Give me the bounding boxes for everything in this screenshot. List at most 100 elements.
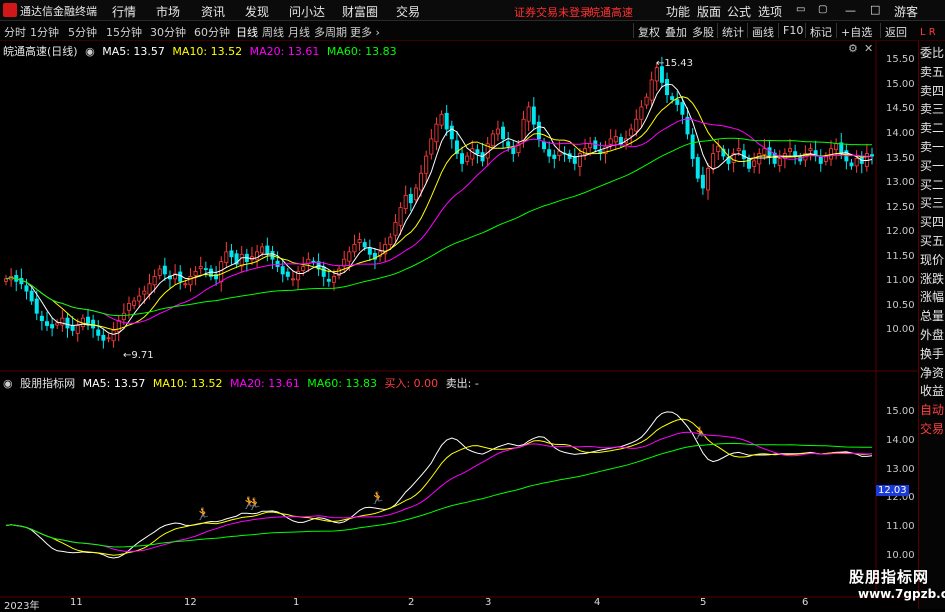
panel-item-1: 卖五 — [920, 64, 945, 79]
high-annotation: ←15.43 — [656, 58, 694, 69]
period-tab-15min[interactable]: 15分钟 — [106, 24, 142, 40]
kline-chart[interactable]: 🏃🏃🏃 🏃🏃 — [0, 0, 945, 609]
sub-axis-tick-5: 10.00 — [886, 549, 915, 561]
candle — [208, 265, 213, 281]
mark-button[interactable]: 标记 — [810, 24, 832, 40]
panel-item-19[interactable]: 自动 — [920, 401, 944, 418]
sub-axis-tick-1: 14.00 — [886, 434, 915, 446]
menu-item-news[interactable]: 资讯 — [201, 3, 225, 20]
candle — [434, 117, 439, 151]
x-label-jun: 6 — [802, 597, 809, 608]
candle — [244, 248, 249, 272]
panel-item-0: 委比 — [920, 46, 945, 60]
multi-stock-button[interactable]: 多股 — [692, 24, 714, 40]
panel-corner-label[interactable]: L R — [920, 27, 936, 38]
period-tab-30min[interactable]: 30分钟 — [150, 24, 186, 40]
menu-item-wealth[interactable]: 财富圈 — [342, 3, 378, 20]
x-label-may: 5 — [700, 597, 707, 608]
menu-item-discover[interactable]: 发现 — [245, 3, 269, 20]
candle — [193, 266, 198, 286]
ma20-line — [5, 118, 872, 324]
indicator-settings-icon[interactable]: ◉ — [85, 45, 95, 58]
adjust-button[interactable]: 复权 — [638, 24, 660, 40]
f10-button[interactable]: F10 — [783, 24, 803, 37]
overlay-button[interactable]: 叠加 — [665, 24, 687, 40]
candle — [403, 185, 408, 215]
draw-line-button[interactable]: 画线 — [752, 24, 774, 40]
chart-settings-gear-icon[interactable]: ⚙ — [848, 42, 858, 55]
stats-button[interactable]: 统计 — [722, 24, 744, 40]
window-maximize-icon[interactable]: □ — [870, 3, 880, 16]
candle — [844, 143, 849, 170]
candle — [439, 110, 444, 130]
candle — [588, 136, 593, 157]
period-tab-1min[interactable]: 1分钟 — [30, 24, 59, 40]
menu-item-options[interactable]: 选项 — [758, 3, 782, 20]
chart-close-icon[interactable]: ✕ — [864, 42, 873, 55]
candle — [598, 142, 603, 161]
candle — [767, 140, 772, 165]
guest-user[interactable]: 游客 — [894, 3, 918, 20]
candle — [183, 279, 188, 289]
period-tab-more[interactable]: 更多 › — [350, 24, 380, 40]
candle — [480, 142, 485, 167]
current-stock-name: 皖通高速 — [589, 6, 633, 19]
candle — [680, 97, 685, 125]
candle — [96, 320, 101, 341]
period-tab-5min[interactable]: 5分钟 — [68, 24, 97, 40]
candle — [70, 316, 75, 336]
menu-item-formula[interactable]: 公式 — [727, 3, 751, 20]
candle — [178, 265, 183, 290]
candle — [311, 257, 316, 266]
menu-item-ask[interactable]: 问小达 — [289, 3, 325, 20]
candle — [454, 131, 459, 160]
x-label-dec: 12 — [184, 597, 197, 608]
candle — [362, 238, 367, 251]
candle — [726, 148, 731, 171]
menu-item-market[interactable]: 市场 — [156, 3, 180, 20]
period-tab-daily[interactable]: 日线 — [236, 24, 258, 40]
candle — [167, 270, 172, 289]
sub-ma10-line — [5, 418, 873, 556]
candle — [347, 246, 352, 272]
add-watchlist-button[interactable]: +自选 — [841, 24, 872, 40]
menu-item-layout[interactable]: 版面 — [697, 3, 721, 20]
main-axis-tick-0: 15.50 — [886, 54, 915, 66]
candle — [290, 270, 295, 287]
sub-indicator-icon[interactable]: ◉ — [3, 377, 13, 390]
candle — [465, 152, 470, 166]
legend-ma10: MA10: 13.52 — [172, 45, 243, 58]
candle — [700, 166, 705, 195]
period-tab-monthly[interactable]: 月线 — [288, 24, 310, 40]
candle — [234, 249, 239, 269]
minimize-icon[interactable]: ▭ — [796, 4, 805, 15]
main-legend: 皖通高速(日线) ◉ MA5: 13.57 MA10: 13.52 MA20: … — [3, 43, 401, 59]
candle — [870, 147, 875, 165]
menu-item-trade[interactable]: 交易 — [396, 3, 420, 20]
candle — [670, 92, 675, 104]
window-minimize-icon[interactable]: — — [845, 4, 856, 17]
candle — [736, 138, 741, 157]
login-warning[interactable]: 证券交易未登录 — [514, 4, 591, 20]
panel-item-12: 涨跌 — [920, 271, 945, 286]
back-button[interactable]: 返回 — [885, 24, 907, 40]
main-axis-tick-6: 12.50 — [886, 201, 915, 213]
candle — [583, 138, 588, 160]
restore-icon[interactable]: ▢ — [818, 4, 827, 15]
sub-legend-sell: 卖出: - — [445, 377, 479, 390]
menu-item-quotes[interactable]: 行情 — [112, 3, 136, 20]
period-tab-multi[interactable]: 多周期 — [314, 24, 347, 40]
menu-item-function[interactable]: 功能 — [666, 3, 690, 20]
panel-item-20[interactable]: 交易 — [920, 420, 944, 437]
candle — [649, 71, 654, 107]
more-label: 更多 — [350, 26, 372, 39]
candle — [413, 184, 418, 204]
candle — [624, 130, 629, 150]
period-tab-weekly[interactable]: 周线 — [262, 24, 284, 40]
candle — [731, 148, 736, 173]
period-tab-60min[interactable]: 60分钟 — [194, 24, 230, 40]
buy-signal-marker: 🏃 — [370, 491, 385, 505]
candle — [393, 214, 398, 243]
period-tab-intraday[interactable]: 分时 — [4, 24, 26, 40]
candle — [485, 136, 490, 167]
